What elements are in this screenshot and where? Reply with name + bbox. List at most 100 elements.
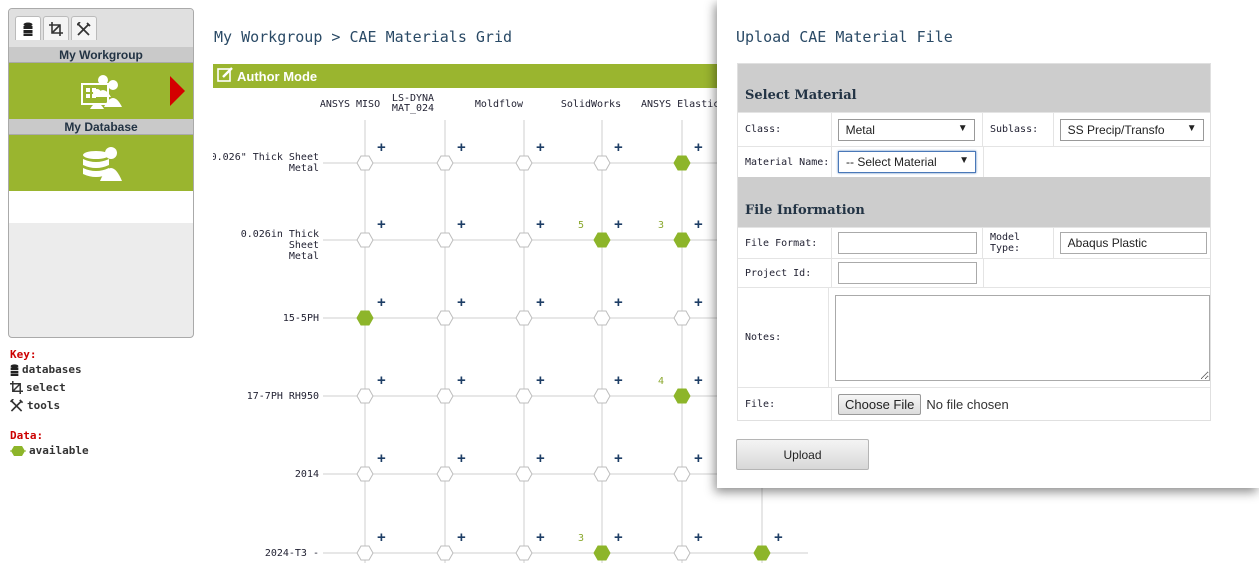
key-label: databases <box>22 363 82 376</box>
add-file-icon[interactable]: + <box>694 373 703 388</box>
add-file-icon[interactable]: + <box>694 140 703 155</box>
empty-cell-icon[interactable] <box>515 545 533 561</box>
column-header[interactable]: ANSYS Elastic <box>641 100 719 110</box>
sublass-select[interactable]: SS Precip/Transfo ▼ <box>1059 118 1204 141</box>
add-file-icon[interactable]: + <box>457 217 466 232</box>
add-file-icon[interactable]: + <box>377 451 386 466</box>
empty-cell-icon[interactable] <box>673 545 691 561</box>
chevron-down-icon: ▼ <box>959 155 969 166</box>
add-file-icon[interactable]: + <box>377 295 386 310</box>
empty-cell-icon[interactable] <box>515 310 533 326</box>
add-file-icon[interactable]: + <box>694 295 703 310</box>
add-file-icon[interactable]: + <box>536 451 545 466</box>
navigator-toolbar <box>9 9 193 47</box>
material-name-select[interactable]: -- Select Material ▼ <box>838 151 976 173</box>
project-id-input[interactable] <box>838 262 977 284</box>
empty-cell-icon[interactable] <box>673 466 691 482</box>
empty-cell-icon[interactable] <box>436 466 454 482</box>
available-cell-icon[interactable] <box>673 155 691 171</box>
empty-cell-icon[interactable] <box>593 466 611 482</box>
column-header[interactable]: ANSYS MISO <box>315 100 385 110</box>
add-file-icon[interactable]: + <box>694 451 703 466</box>
add-file-icon[interactable]: + <box>457 451 466 466</box>
database-icon <box>10 363 19 376</box>
available-cell-icon[interactable] <box>593 232 611 248</box>
row-header[interactable]: 0.026in Thick Sheet Metal <box>213 229 319 262</box>
add-file-icon[interactable]: + <box>536 217 545 232</box>
row-header[interactable]: 0.026" Thick Sheet Metal <box>213 152 319 174</box>
empty-cell-icon[interactable] <box>515 388 533 404</box>
add-file-icon[interactable]: + <box>536 373 545 388</box>
add-file-icon[interactable]: + <box>457 373 466 388</box>
column-header[interactable]: Moldflow <box>464 100 534 110</box>
empty-cell-icon[interactable] <box>356 545 374 561</box>
file-label: File: <box>738 388 832 420</box>
upload-button[interactable]: Upload <box>736 439 869 470</box>
add-file-icon[interactable]: + <box>614 451 623 466</box>
available-cell-icon[interactable] <box>673 388 691 404</box>
add-file-icon[interactable]: + <box>614 295 623 310</box>
add-file-icon[interactable]: + <box>614 373 623 388</box>
empty-cell-icon[interactable] <box>436 545 454 561</box>
key-databases: databases <box>10 363 89 376</box>
empty-cell-icon[interactable] <box>673 310 691 326</box>
add-file-icon[interactable]: + <box>377 530 386 545</box>
file-format-input[interactable] <box>837 232 977 254</box>
row-header[interactable]: 17-7PH RH950 <box>213 391 319 402</box>
empty-cell-icon[interactable] <box>593 310 611 326</box>
add-file-icon[interactable]: + <box>457 295 466 310</box>
class-select[interactable]: Metal ▼ <box>837 118 975 141</box>
empty-cell-icon[interactable] <box>356 155 374 171</box>
empty-cell-icon[interactable] <box>436 155 454 171</box>
file-count: 5 <box>578 220 585 231</box>
empty-cell-icon[interactable] <box>515 232 533 248</box>
add-file-icon[interactable]: + <box>694 217 703 232</box>
row-header[interactable]: 15-5PH <box>213 313 319 324</box>
no-file-text: No file chosen <box>926 396 1009 412</box>
empty-cell-icon[interactable] <box>515 466 533 482</box>
empty-cell-icon[interactable] <box>356 232 374 248</box>
column-header[interactable]: SolidWorks <box>556 100 626 110</box>
column-header[interactable]: LS-DYNA MAT_024 <box>378 94 448 114</box>
add-file-icon[interactable]: + <box>536 295 545 310</box>
add-file-icon[interactable]: + <box>377 217 386 232</box>
page-title: My Workgroup > CAE Materials Grid <box>214 28 513 46</box>
row-header[interactable]: 2014 <box>213 469 319 480</box>
available-cell-icon[interactable] <box>356 310 374 326</box>
add-file-icon[interactable]: + <box>614 140 623 155</box>
file-format-label: File Format: <box>738 228 832 258</box>
my-workgroup-heading: My Workgroup <box>9 47 193 63</box>
notes-textarea[interactable] <box>835 294 1210 381</box>
empty-cell-icon[interactable] <box>356 388 374 404</box>
add-file-icon[interactable]: + <box>774 530 783 545</box>
row-header[interactable]: 2024-T3 - <box>213 548 319 559</box>
empty-cell-icon[interactable] <box>593 155 611 171</box>
empty-cell-icon[interactable] <box>515 155 533 171</box>
available-cell-icon[interactable] <box>593 545 611 561</box>
model-type-input[interactable]: Abaqus Plastic <box>1059 232 1207 254</box>
selected-arrow-icon <box>170 76 185 106</box>
add-file-icon[interactable]: + <box>694 530 703 545</box>
databases-tab[interactable] <box>15 16 41 40</box>
add-file-icon[interactable]: + <box>377 140 386 155</box>
tools-tab[interactable] <box>71 16 97 40</box>
add-file-icon[interactable]: + <box>614 530 623 545</box>
empty-cell-icon[interactable] <box>436 310 454 326</box>
add-file-icon[interactable]: + <box>377 373 386 388</box>
add-file-icon[interactable]: + <box>536 140 545 155</box>
add-file-icon[interactable]: + <box>614 217 623 232</box>
choose-file-button[interactable]: Choose File <box>838 393 922 415</box>
my-workgroup-tile[interactable] <box>9 63 193 119</box>
empty-cell-icon[interactable] <box>356 466 374 482</box>
add-file-icon[interactable]: + <box>457 140 466 155</box>
empty-cell-icon[interactable] <box>436 388 454 404</box>
navigator-panel: My Workgroup My Database <box>8 8 194 338</box>
add-file-icon[interactable]: + <box>457 530 466 545</box>
empty-cell-icon[interactable] <box>436 232 454 248</box>
my-database-tile[interactable] <box>9 135 193 191</box>
available-cell-icon[interactable] <box>673 232 691 248</box>
available-cell-icon[interactable] <box>753 545 771 561</box>
add-file-icon[interactable]: + <box>536 530 545 545</box>
empty-cell-icon[interactable] <box>593 388 611 404</box>
select-tab[interactable] <box>43 16 69 40</box>
